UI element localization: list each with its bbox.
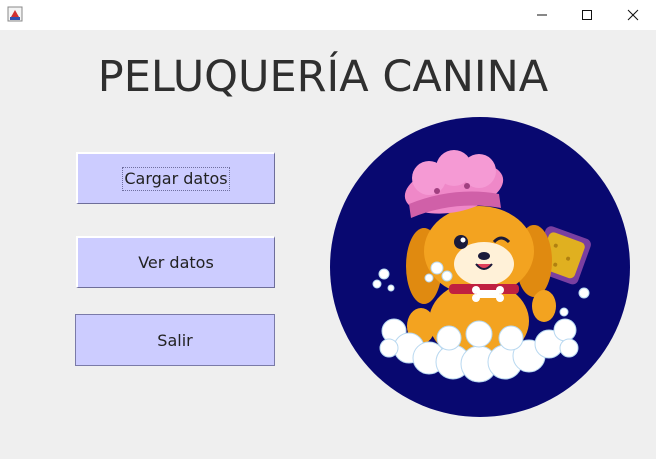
title-bar [0, 0, 656, 30]
java-app-icon [7, 6, 23, 22]
exit-label: Salir [157, 330, 193, 350]
dog-bath-logo [330, 117, 630, 417]
minimize-icon [537, 14, 547, 16]
load-data-button[interactable]: Cargar datos [76, 152, 275, 204]
exit-button[interactable]: Salir [75, 314, 275, 366]
main-panel: PELUQUERÍA CANINA Cargar datos Ver datos… [0, 30, 656, 459]
view-data-button[interactable]: Ver datos [76, 236, 275, 288]
maximize-icon [582, 10, 592, 20]
close-icon [627, 9, 639, 21]
page-title: PELUQUERÍA CANINA [97, 52, 549, 102]
view-data-label: Ver datos [138, 253, 214, 272]
load-data-label: Cargar datos [122, 166, 230, 191]
maximize-button[interactable] [564, 0, 610, 30]
close-button[interactable] [610, 0, 656, 30]
minimize-button[interactable] [519, 0, 565, 30]
